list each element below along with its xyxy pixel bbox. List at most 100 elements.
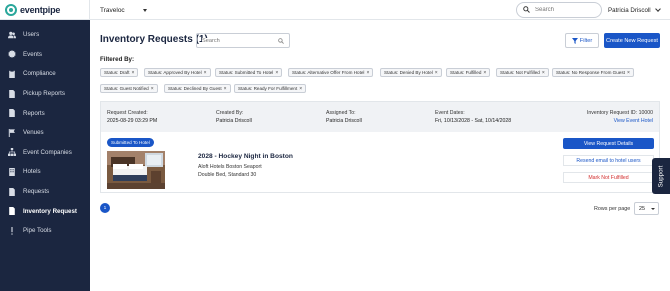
gear-icon — [8, 50, 16, 59]
sidebar-item-label: Hotels — [23, 168, 41, 176]
close-icon[interactable]: × — [151, 86, 154, 92]
filter-chip-no-response-from-guest: Status: No Response From Guest × — [552, 68, 634, 77]
sidebar-item-label: Users — [23, 31, 40, 39]
caret-down-icon — [143, 8, 147, 12]
pagination-page-1[interactable]: 1 — [100, 203, 110, 213]
room-type: Double Bed, Standard — [198, 172, 250, 178]
filter-chip-declined-by-guest: Status: Declined By Guest × — [164, 84, 231, 93]
close-icon[interactable]: × — [627, 70, 630, 76]
chip-label: Status: Denied By Hotel — [384, 70, 433, 75]
resend-email-button[interactable]: Resend email to hotel users — [563, 155, 654, 166]
created-by-value: Patricia Driscoll — [216, 118, 252, 124]
users-icon — [8, 31, 16, 39]
chip-label: Status: No Response From Guest — [556, 70, 625, 75]
search-icon — [523, 6, 530, 13]
request-created-label: Request Created: — [107, 110, 148, 116]
close-icon[interactable]: × — [132, 70, 135, 76]
exclamation-icon — [8, 226, 16, 235]
hotel-name: Aloft Hotels Boston Seaport — [198, 164, 262, 170]
global-search-input[interactable] — [535, 6, 595, 13]
search-icon — [278, 37, 284, 44]
filtered-by-label: Filtered By: — [100, 56, 135, 63]
close-icon[interactable]: × — [275, 70, 278, 76]
close-icon[interactable]: × — [299, 86, 302, 92]
filter-chip-not-fulfilled: Status: Not Fulfilled × — [496, 68, 549, 77]
event-dates-label: Event Dates: — [435, 110, 465, 116]
room-count: 30 — [250, 172, 257, 178]
sidebar-item-users[interactable]: Users — [0, 25, 90, 45]
support-tab[interactable]: Support — [652, 158, 670, 194]
support-label: Support — [657, 165, 665, 187]
organization-name: Traveloc — [100, 6, 125, 14]
sidebar-item-pickup-reports[interactable]: Pickup Reports — [0, 84, 90, 104]
sidebar: eventpipe Users Events Compliance Pickup… — [0, 0, 90, 291]
chip-label: Status: Submitted To Hotel — [219, 70, 274, 75]
filter-chip-guest-notified: Status: Guest Notified × — [100, 84, 158, 93]
sidebar-item-venues[interactable]: Venues — [0, 123, 90, 143]
sidebar-item-compliance[interactable]: Compliance — [0, 64, 90, 84]
filter-chip-fulfilled: Status: Fulfilled × — [446, 68, 491, 77]
sidebar-item-events[interactable]: Events — [0, 45, 90, 65]
sidebar-item-label: Pickup Reports — [23, 90, 65, 98]
flag-icon — [8, 128, 16, 137]
top-bar: Traveloc Patricia Driscoll — [90, 0, 670, 20]
close-icon[interactable]: × — [224, 86, 227, 92]
filter-icon — [571, 37, 578, 44]
chevron-down-icon — [655, 6, 661, 12]
clipboard-icon — [8, 69, 16, 78]
mark-not-fulfilled-button[interactable]: Mark Not Fulfilled — [563, 172, 654, 183]
filter-chip-ready-for-fulfillment: Status: Ready For Fulfillment × — [234, 84, 307, 93]
sidebar-item-event-companies[interactable]: Event Companies — [0, 143, 90, 163]
sidebar-item-label: Venues — [23, 129, 44, 137]
sidebar-item-reports[interactable]: Reports — [0, 103, 90, 123]
request-created: Request Created: 2025-08-29 03:29 PM — [107, 109, 157, 125]
user-menu[interactable]: Patricia Driscoll — [608, 5, 661, 15]
sidebar-item-hotels[interactable]: Hotels — [0, 162, 90, 182]
filter-button[interactable]: Filter — [565, 33, 599, 48]
sidebar-item-requests[interactable]: Requests — [0, 182, 90, 202]
rows-per-page-label: Rows per page — [594, 206, 631, 212]
organization-select[interactable]: Traveloc — [100, 5, 147, 15]
sidebar-item-inventory-request[interactable]: Inventory Request — [0, 201, 90, 221]
room-info: Double Bed, Standard 30 — [198, 172, 256, 178]
file-icon — [8, 187, 16, 196]
view-event-hotel-link[interactable]: View Event Hotel — [587, 117, 653, 125]
status-badge: Submitted To Hotel — [107, 138, 154, 147]
caret-down-icon — [651, 207, 655, 210]
rows-per-page-select[interactable]: 25 — [634, 202, 659, 215]
view-request-details-button[interactable]: View Request Details — [563, 138, 654, 149]
sidebar-item-label: Reports — [23, 109, 45, 117]
inventory-request-id-text: Inventory Request ID: 10000 — [586, 110, 653, 116]
close-icon[interactable]: × — [204, 70, 207, 76]
chip-label: Status: Not Fulfilled — [500, 70, 540, 75]
inventory-request-id: Inventory Request ID: 10000 View Event H… — [587, 109, 653, 125]
close-icon[interactable]: × — [366, 70, 369, 76]
sidebar-item-label: Event Companies — [23, 148, 72, 156]
create-new-request-button[interactable]: Create New Request — [604, 33, 660, 48]
sidebar-nav: Users Events Compliance Pickup Reports R… — [0, 20, 90, 241]
global-search — [516, 1, 602, 18]
sidebar-item-label: Requests — [23, 188, 50, 196]
chip-label: Status: Guest Notified — [104, 86, 149, 91]
sidebar-item-label: Pipe Tools — [23, 227, 52, 235]
filter-chip-submitted-to-hotel: Status: Submitted To Hotel × — [215, 68, 283, 77]
close-icon[interactable]: × — [483, 70, 486, 76]
event-dates-value: Fri, 10/13/2028 - Sat, 10/14/2028 — [435, 118, 512, 124]
assigned-to-value: Patricia Driscoll — [326, 118, 362, 124]
filter-chip-approved-by-hotel: Status: Approved By Hotel × — [144, 68, 211, 77]
brand-logo[interactable]: eventpipe — [0, 0, 90, 20]
document-icon — [8, 109, 16, 118]
event-title: 2028 - Hockey Night in Boston — [198, 153, 293, 160]
sidebar-item-pipe-tools[interactable]: Pipe Tools — [0, 221, 90, 241]
page-title: Inventory Requests (1) — [100, 34, 208, 45]
filter-chip-alternative-offer: Status: Alternative Offer From Hotel × — [288, 68, 374, 77]
document-icon — [8, 89, 16, 98]
rows-per-page-value: 25 — [639, 205, 645, 212]
request-search-input[interactable] — [202, 37, 272, 44]
close-icon[interactable]: × — [435, 70, 438, 76]
sidebar-item-label: Inventory Request — [23, 207, 77, 215]
request-search — [196, 33, 290, 48]
request-card-header — [101, 102, 659, 132]
sidebar-item-label: Events — [23, 50, 42, 58]
close-icon[interactable]: × — [542, 70, 545, 76]
